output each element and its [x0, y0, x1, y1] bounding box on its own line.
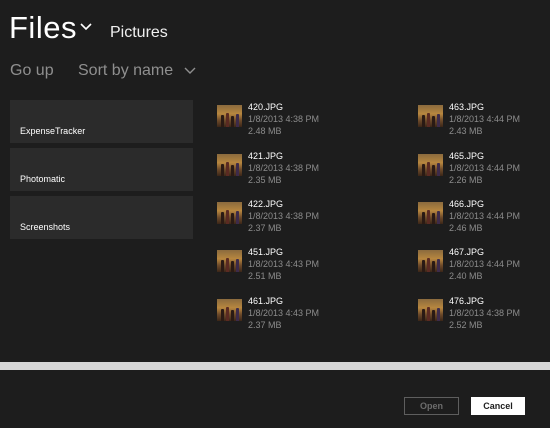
file-name: 467.JPG [449, 247, 485, 257]
file-name: 476.JPG [449, 296, 485, 306]
file-date: 1/8/2013 4:43 PM [248, 259, 320, 269]
file-date: 1/8/2013 4:43 PM [248, 308, 320, 318]
photo-thumbnail-icon [418, 105, 443, 127]
file-size: 2.37 MB [248, 223, 282, 233]
file-size: 2.35 MB [248, 175, 282, 185]
photo-thumbnail-icon [418, 202, 443, 224]
file-name: 463.JPG [449, 102, 485, 112]
open-button[interactable]: Open [404, 397, 459, 415]
file-item[interactable]: 421.JPG 1/8/2013 4:38 PM 2.35 MB [217, 151, 367, 195]
file-item[interactable]: 420.JPG 1/8/2013 4:38 PM 2.48 MB [217, 102, 367, 146]
file-name: 451.JPG [248, 247, 284, 257]
file-date: 1/8/2013 4:44 PM [449, 211, 521, 221]
file-name: 422.JPG [248, 199, 284, 209]
file-size: 2.43 MB [449, 126, 483, 136]
sort-label: Sort by name [78, 62, 174, 79]
horizontal-scrollbar[interactable] [0, 362, 550, 370]
file-size: 2.40 MB [449, 271, 483, 281]
photo-thumbnail-icon [217, 154, 242, 176]
file-item[interactable]: 476.JPG 1/8/2013 4:38 PM 2.52 MB [418, 296, 550, 340]
photo-thumbnail-icon [217, 299, 242, 321]
folder-list: ExpenseTracker Photomatic Screenshots [10, 100, 193, 244]
photo-thumbnail-icon [217, 105, 242, 127]
location-dropdown[interactable]: Pictures [110, 24, 168, 42]
file-item[interactable]: 451.JPG 1/8/2013 4:43 PM 2.51 MB [217, 247, 367, 291]
file-item[interactable]: 463.JPG 1/8/2013 4:44 PM 2.43 MB [418, 102, 550, 146]
file-size: 2.48 MB [248, 126, 282, 136]
file-size: 2.51 MB [248, 271, 282, 281]
file-size: 2.46 MB [449, 223, 483, 233]
file-item[interactable]: 461.JPG 1/8/2013 4:43 PM 2.37 MB [217, 296, 367, 340]
file-name: 421.JPG [248, 151, 284, 161]
folder-label: Photomatic [20, 174, 66, 184]
file-name: 466.JPG [449, 199, 485, 209]
folder-tile[interactable]: Photomatic [10, 148, 193, 191]
chevron-down-icon [184, 67, 196, 74]
file-date: 1/8/2013 4:38 PM [248, 114, 320, 124]
file-name: 465.JPG [449, 151, 485, 161]
photo-thumbnail-icon [418, 250, 443, 272]
file-date: 1/8/2013 4:38 PM [449, 308, 521, 318]
file-date: 1/8/2013 4:38 PM [248, 211, 320, 221]
file-date: 1/8/2013 4:38 PM [248, 163, 320, 173]
file-date: 1/8/2013 4:44 PM [449, 163, 521, 173]
file-item[interactable]: 422.JPG 1/8/2013 4:38 PM 2.37 MB [217, 199, 367, 243]
file-item[interactable]: 465.JPG 1/8/2013 4:44 PM 2.26 MB [418, 151, 550, 195]
file-size: 2.37 MB [248, 320, 282, 330]
go-up-button[interactable]: Go up [10, 62, 54, 80]
chevron-down-icon[interactable] [79, 22, 93, 32]
file-date: 1/8/2013 4:44 PM [449, 259, 521, 269]
folder-label: Screenshots [20, 222, 71, 232]
file-size: 2.26 MB [449, 175, 483, 185]
photo-thumbnail-icon [418, 299, 443, 321]
folder-label: ExpenseTracker [20, 126, 86, 136]
folder-tile[interactable]: ExpenseTracker [10, 100, 193, 143]
cancel-button[interactable]: Cancel [471, 397, 525, 415]
photo-thumbnail-icon [217, 250, 242, 272]
photo-thumbnail-icon [418, 154, 443, 176]
file-date: 1/8/2013 4:44 PM [449, 114, 521, 124]
file-name: 461.JPG [248, 296, 284, 306]
file-item[interactable]: 467.JPG 1/8/2013 4:44 PM 2.40 MB [418, 247, 550, 291]
photo-thumbnail-icon [217, 202, 242, 224]
page-title: Files [9, 10, 77, 45]
file-item[interactable]: 466.JPG 1/8/2013 4:44 PM 2.46 MB [418, 199, 550, 243]
file-name: 420.JPG [248, 102, 284, 112]
folder-tile[interactable]: Screenshots [10, 196, 193, 239]
file-size: 2.52 MB [449, 320, 483, 330]
sort-dropdown[interactable]: Sort by name [78, 62, 196, 80]
